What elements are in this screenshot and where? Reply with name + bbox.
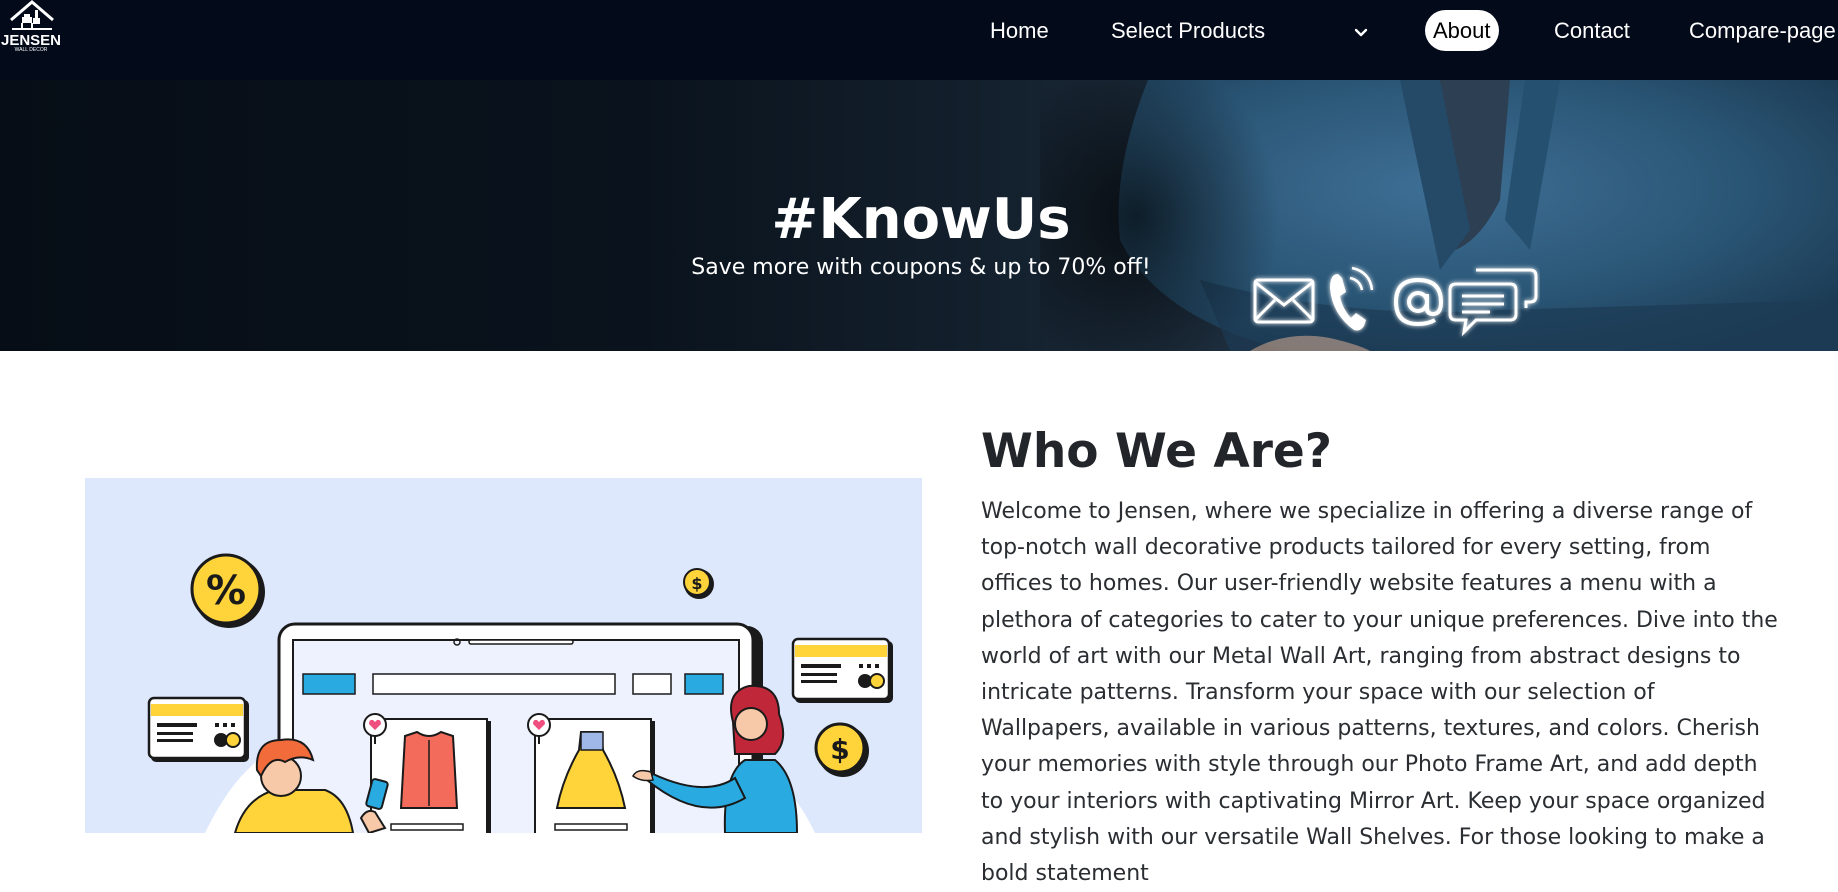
house-logo-icon <box>10 0 54 30</box>
navbar: JENSEN WALL DECOR Home Select Products A… <box>0 0 1838 80</box>
dollar-coin-icon: $ <box>683 568 714 599</box>
credit-card-icon <box>791 637 893 703</box>
nav-about-link[interactable]: About <box>1425 10 1499 51</box>
phone-icon <box>1330 266 1374 331</box>
dollar-coin-icon: $ <box>814 722 869 777</box>
dollar-symbol-large: $ <box>830 733 849 766</box>
shopping-illustration: % $ $ <box>85 478 922 833</box>
hero-subtitle: Save more with coupons & up to 70% off! <box>691 255 1151 280</box>
chevron-down-icon[interactable] <box>1351 19 1371 43</box>
at-sign-icon <box>1393 277 1444 327</box>
who-we-are-paragraph: Welcome to Jensen, where we specialize i… <box>981 499 1778 887</box>
brand-name: JENSEN <box>0 32 62 49</box>
dollar-symbol-small: $ <box>691 574 702 593</box>
nav-contact-link[interactable]: Contact <box>1554 12 1630 50</box>
chat-bubbles-icon <box>1448 268 1538 337</box>
brand-logo[interactable]: JENSEN WALL DECOR <box>0 0 64 56</box>
hero-banner: #KnowUs Save more with coupons & up to 7… <box>0 80 1838 351</box>
percent-symbol: % <box>206 568 246 614</box>
credit-card-icon <box>147 696 249 762</box>
percent-badge-icon: % <box>190 553 265 628</box>
nav-home-link[interactable]: Home <box>990 12 1049 50</box>
hero-title: #KnowUs <box>771 186 1071 252</box>
nav-compare-page-link[interactable]: Compare-page <box>1689 12 1836 50</box>
who-we-are-heading: Who We Are? <box>981 424 1333 479</box>
mail-icon <box>1253 278 1315 324</box>
nav-select-products-link[interactable]: Select Products <box>1111 12 1265 50</box>
brand-tagline: WALL DECOR <box>14 47 48 53</box>
contact-icons-group <box>1250 258 1540 342</box>
